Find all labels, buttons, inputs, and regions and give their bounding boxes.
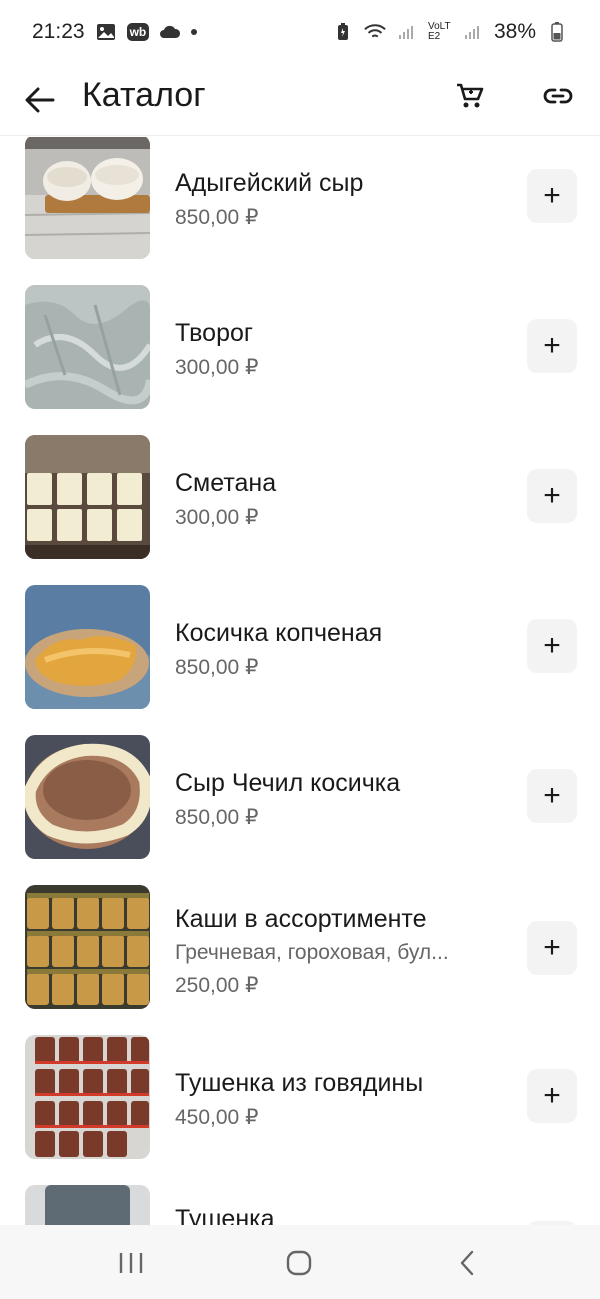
item-price: 300,00 ₽ <box>175 506 259 529</box>
item-price: 300,00 ₽ <box>175 356 259 379</box>
plus-icon: + <box>543 179 561 212</box>
back-button[interactable] <box>18 78 62 122</box>
item-name: Адыгейский сыр <box>175 169 364 197</box>
signal-icon-2 <box>462 21 484 43</box>
wifi-icon <box>364 21 386 43</box>
add-to-cart-button[interactable]: + <box>527 319 577 373</box>
battery-saver-icon <box>332 21 354 43</box>
item-name: Косичка копченая <box>175 619 383 647</box>
status-time: 21:23 <box>32 20 85 43</box>
product-image[interactable] <box>25 1035 150 1159</box>
list-item[interactable]: Тушенка + <box>0 1185 600 1225</box>
item-name: Каши в ассортименте <box>175 905 427 933</box>
list-item[interactable]: Каши в ассортименте Гречневая, гороховая… <box>0 885 600 1037</box>
status-bar: 21:23 wb VoLTE2 38% <box>0 0 600 64</box>
plus-icon: + <box>543 479 561 512</box>
system-back-button[interactable] <box>445 1241 489 1285</box>
add-to-cart-button[interactable]: + <box>527 769 577 823</box>
add-to-cart-button[interactable]: + <box>527 619 577 673</box>
home-icon <box>286 1250 312 1276</box>
add-to-cart-button[interactable]: + <box>527 169 577 223</box>
battery-icon <box>546 21 568 43</box>
gallery-icon <box>95 21 117 43</box>
list-item[interactable]: Тушенка из говядины 450,00 ₽ + <box>0 1035 600 1187</box>
list-item[interactable]: Адыгейский сыр 850,00 ₽ + <box>0 137 600 287</box>
app-bar: Каталог <box>0 64 600 136</box>
item-description: Гречневая, гороховая, бул... <box>175 941 449 964</box>
product-image[interactable] <box>25 435 150 559</box>
item-price: 850,00 ₽ <box>175 656 259 679</box>
wb-app-icon: wb <box>126 23 150 41</box>
product-image[interactable] <box>25 885 150 1009</box>
back-nav-icon <box>460 1250 474 1276</box>
share-link-button[interactable] <box>536 74 580 118</box>
status-left: 21:23 wb <box>32 20 198 44</box>
cloud-icon <box>159 21 181 43</box>
volte-icon: VoLTE2 <box>427 21 451 42</box>
home-button[interactable] <box>277 1241 321 1285</box>
list-item[interactable]: Сыр Чечил косичка 850,00 ₽ + <box>0 735 600 887</box>
product-image[interactable] <box>25 285 150 409</box>
product-image[interactable] <box>25 585 150 709</box>
signal-icon <box>396 21 418 43</box>
plus-icon: + <box>543 1079 561 1112</box>
list-item[interactable]: Творог 300,00 ₽ + <box>0 285 600 437</box>
item-name: Тушенка <box>175 1205 275 1225</box>
list-item[interactable]: Косичка копченая 850,00 ₽ + <box>0 585 600 737</box>
add-to-cart-button[interactable]: + <box>527 1069 577 1123</box>
add-to-cart-button[interactable]: + <box>527 469 577 523</box>
page-title: Каталог <box>82 76 206 114</box>
plus-icon: + <box>543 629 561 662</box>
arrow-left-icon <box>25 87 55 113</box>
list-item[interactable]: Сметана 300,00 ₽ + <box>0 435 600 587</box>
item-name: Творог <box>175 319 254 347</box>
shopping-cart-icon <box>457 83 484 108</box>
link-icon <box>543 88 573 104</box>
dot-icon <box>191 29 198 35</box>
recent-apps-icon <box>119 1253 143 1273</box>
plus-icon: + <box>543 931 561 964</box>
add-to-cart-button[interactable]: + <box>527 921 577 975</box>
recent-apps-button[interactable] <box>109 1241 153 1285</box>
cart-button[interactable] <box>448 74 492 118</box>
plus-icon: + <box>543 329 561 362</box>
item-price: 250,00 ₽ <box>175 974 259 997</box>
item-price: 850,00 ₽ <box>175 806 259 829</box>
item-price: 450,00 ₽ <box>175 1106 259 1129</box>
item-price: 850,00 ₽ <box>175 206 259 229</box>
plus-icon: + <box>543 779 561 812</box>
product-list[interactable]: Адыгейский сыр 850,00 ₽ + Творог 300,00 … <box>0 137 600 1225</box>
product-image[interactable] <box>25 735 150 859</box>
battery-percent: 38% <box>493 20 536 43</box>
item-name: Тушенка из говядины <box>175 1069 424 1097</box>
system-nav-bar <box>0 1225 600 1299</box>
item-name: Сметана <box>175 469 277 497</box>
product-image[interactable] <box>25 137 150 259</box>
item-name: Сыр Чечил косичка <box>175 769 401 797</box>
status-right: VoLTE2 38% <box>332 20 568 44</box>
product-image[interactable] <box>25 1185 150 1225</box>
